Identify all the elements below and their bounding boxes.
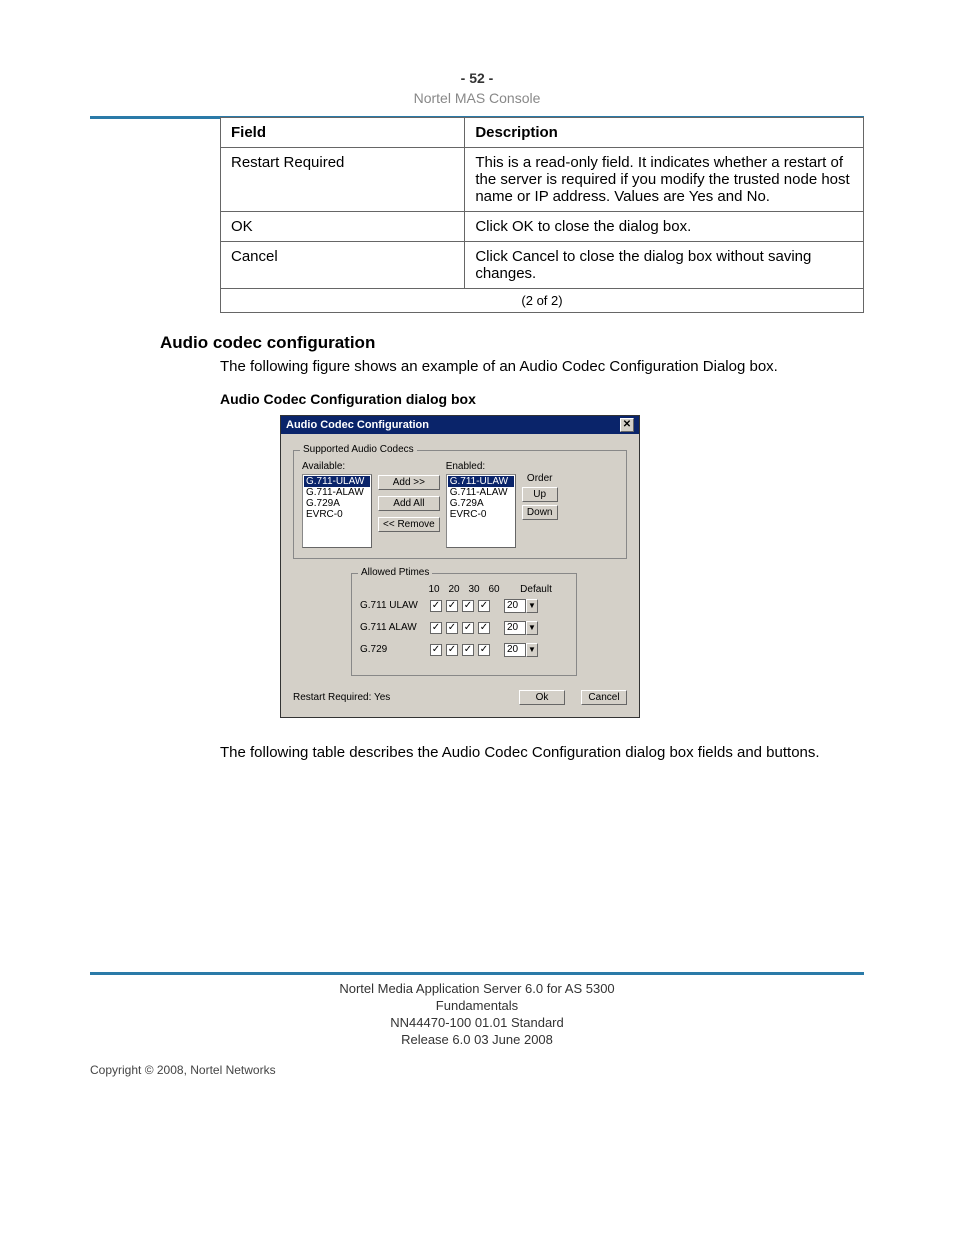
pt-default-header: Default	[516, 584, 556, 595]
enabled-listbox[interactable]: G.711-ULAW G.711-ALAW G.729A EVRC-0	[446, 474, 516, 548]
list-item[interactable]: EVRC-0	[304, 509, 370, 520]
available-listbox[interactable]: G.711-ULAW G.711-ALAW G.729A EVRC-0	[302, 474, 372, 548]
add-button[interactable]: Add >>	[378, 475, 440, 490]
section-heading: Audio codec configuration	[160, 333, 864, 353]
ptime-codec-label: G.711 ALAW	[360, 622, 426, 633]
pt-col-header: 60	[486, 584, 502, 595]
footer-line: Release 6.0 03 June 2008	[90, 1032, 864, 1049]
default-combo[interactable]: 20	[504, 643, 526, 657]
table-row: Restart Required This is a read-only fie…	[221, 148, 864, 212]
cell-desc: Click Cancel to close the dialog box wit…	[465, 242, 864, 289]
checkbox-icon[interactable]: ✓	[446, 644, 458, 656]
checkbox-icon[interactable]: ✓	[462, 622, 474, 634]
checkbox-icon[interactable]: ✓	[478, 600, 490, 612]
close-icon[interactable]: ✕	[620, 418, 634, 432]
checkbox-icon[interactable]: ✓	[478, 622, 490, 634]
list-item[interactable]: G.711-ULAW	[448, 476, 514, 487]
cell-field: Restart Required	[221, 148, 465, 212]
checkbox-icon[interactable]: ✓	[430, 644, 442, 656]
copyright: Copyright © 2008, Nortel Networks	[90, 1063, 864, 1077]
cell-field: Cancel	[221, 242, 465, 289]
figure-caption: Audio Codec Configuration dialog box	[220, 391, 864, 407]
order-label: Order	[522, 473, 558, 484]
page-header-title: Nortel MAS Console	[90, 90, 864, 106]
outro-paragraph: The following table describes the Audio …	[220, 743, 864, 763]
dialog-title: Audio Codec Configuration	[286, 419, 429, 431]
pt-col-header: 10	[426, 584, 442, 595]
list-item[interactable]: G.711-ULAW	[304, 476, 370, 487]
allowed-ptimes-group: Allowed Ptimes 10 20 30 60 Default G.711…	[351, 573, 577, 676]
field-description-table: Field Description Restart Required This …	[220, 117, 864, 289]
intro-paragraph: The following figure shows an example of…	[220, 357, 864, 377]
supported-codecs-group: Supported Audio Codecs Available: G.711-…	[293, 450, 627, 559]
list-item[interactable]: G.711-ALAW	[448, 487, 514, 498]
cell-desc: This is a read-only field. It indicates …	[465, 148, 864, 212]
checkbox-icon[interactable]: ✓	[446, 600, 458, 612]
th-description: Description	[465, 118, 864, 148]
add-all-button[interactable]: Add All	[378, 496, 440, 511]
group-title-codecs: Supported Audio Codecs	[300, 444, 417, 455]
group-title-ptimes: Allowed Ptimes	[358, 567, 432, 578]
available-label: Available:	[302, 461, 372, 472]
th-field: Field	[221, 118, 465, 148]
cell-desc: Click OK to close the dialog box.	[465, 212, 864, 242]
checkbox-icon[interactable]: ✓	[462, 644, 474, 656]
list-item[interactable]: EVRC-0	[448, 509, 514, 520]
audio-codec-dialog: Audio Codec Configuration ✕ Supported Au…	[280, 415, 640, 718]
enabled-label: Enabled:	[446, 461, 516, 472]
down-button[interactable]: Down	[522, 505, 558, 520]
pt-col-header: 30	[466, 584, 482, 595]
table-row: OK Click OK to close the dialog box.	[221, 212, 864, 242]
ptime-row: G.711 ULAW ✓ ✓ ✓ ✓ 20 ▼	[360, 599, 568, 613]
dialog-titlebar: Audio Codec Configuration ✕	[281, 416, 639, 434]
footer-line: NN44470-100 01.01 Standard	[90, 1015, 864, 1032]
chevron-down-icon[interactable]: ▼	[526, 643, 538, 657]
footer-line: Nortel Media Application Server 6.0 for …	[90, 981, 864, 998]
pt-col-header: 20	[446, 584, 462, 595]
checkbox-icon[interactable]: ✓	[446, 622, 458, 634]
cancel-button[interactable]: Cancel	[581, 690, 627, 705]
up-button[interactable]: Up	[522, 487, 558, 502]
ok-button[interactable]: Ok	[519, 690, 565, 705]
footer-rule	[90, 972, 864, 975]
remove-button[interactable]: << Remove	[378, 517, 440, 532]
ptime-codec-label: G.711 ULAW	[360, 600, 426, 611]
table-row: Cancel Click Cancel to close the dialog …	[221, 242, 864, 289]
checkbox-icon[interactable]: ✓	[430, 622, 442, 634]
default-combo[interactable]: 20	[504, 599, 526, 613]
ptime-row: G.729 ✓ ✓ ✓ ✓ 20 ▼	[360, 643, 568, 657]
cell-field: OK	[221, 212, 465, 242]
default-combo[interactable]: 20	[504, 621, 526, 635]
table-pager: (2 of 2)	[220, 289, 864, 313]
checkbox-icon[interactable]: ✓	[478, 644, 490, 656]
page-number: - 52 -	[90, 70, 864, 86]
ptime-row: G.711 ALAW ✓ ✓ ✓ ✓ 20 ▼	[360, 621, 568, 635]
list-item[interactable]: G.711-ALAW	[304, 487, 370, 498]
chevron-down-icon[interactable]: ▼	[526, 599, 538, 613]
checkbox-icon[interactable]: ✓	[462, 600, 474, 612]
list-item[interactable]: G.729A	[304, 498, 370, 509]
restart-required-label: Restart Required: Yes	[293, 692, 390, 703]
checkbox-icon[interactable]: ✓	[430, 600, 442, 612]
footer-line: Fundamentals	[90, 998, 864, 1015]
ptime-codec-label: G.729	[360, 644, 426, 655]
list-item[interactable]: G.729A	[448, 498, 514, 509]
chevron-down-icon[interactable]: ▼	[526, 621, 538, 635]
